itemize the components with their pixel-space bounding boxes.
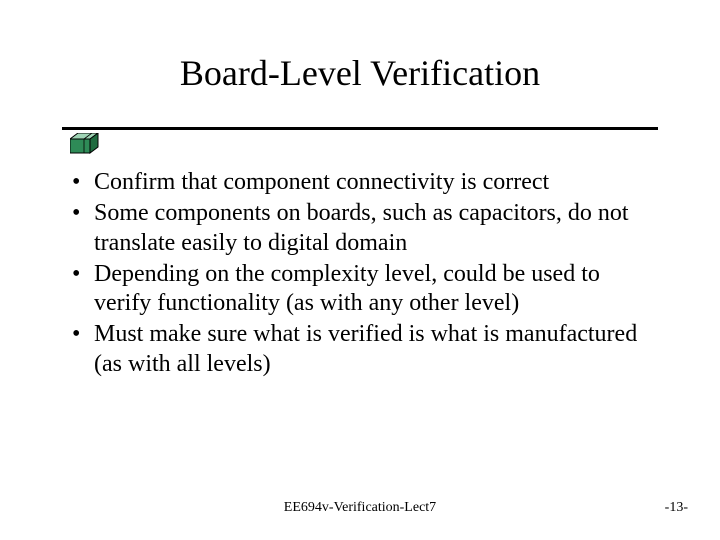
bullet-item: Depending on the complexity level, could… [70, 260, 660, 319]
title-underline [62, 127, 658, 130]
slide-title: Board-Level Verification [0, 52, 720, 94]
slide: Board-Level Verification Confirm that co… [0, 0, 720, 540]
bullet-item: Confirm that component connectivity is c… [70, 168, 660, 197]
cube-icon [70, 133, 100, 155]
footer-page-number: -13- [665, 500, 688, 516]
bullet-item: Must make sure what is verified is what … [70, 320, 660, 379]
bullet-item: Some components on boards, such as capac… [70, 199, 660, 258]
footer-center: EE694v-Verification-Lect7 [0, 500, 720, 516]
bullet-list: Confirm that component connectivity is c… [70, 168, 660, 381]
